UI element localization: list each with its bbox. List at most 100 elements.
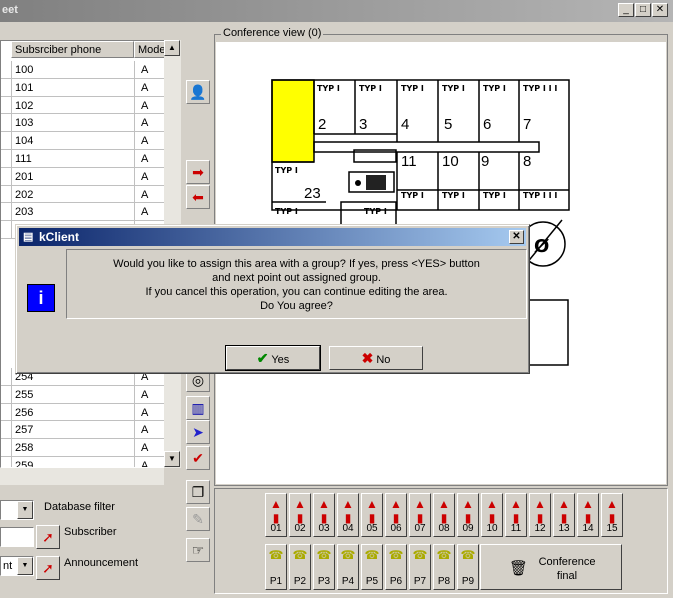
subscriber-arrow-button[interactable]: ➚ (36, 525, 60, 549)
room-number: 8 (523, 153, 531, 170)
dialog-message-panel: Would you like to assign this area with … (66, 249, 527, 319)
phone-button-P3[interactable]: ☎ P3 (313, 544, 335, 590)
column-header-phone[interactable]: Subsrciber phone (11, 41, 134, 58)
window-title: eet (2, 4, 18, 16)
phone-button-label: P8 (437, 576, 451, 587)
conference-final-button[interactable]: 🗑 Conference final (480, 544, 622, 590)
group-button-05[interactable]: ▲ ▮ 05 (361, 493, 383, 537)
group-button-label: 14 (582, 523, 594, 534)
up-arrow-icon: ▲ ▮ (606, 497, 618, 525)
group-button-label: 10 (486, 523, 498, 534)
table-row[interactable]: 255 A (1, 385, 166, 404)
room-type-label: TYP I (317, 84, 340, 93)
phone-button-P6[interactable]: ☎ P6 (385, 544, 407, 590)
dialog-close-button[interactable]: ✕ (509, 230, 524, 244)
table-row[interactable]: 203 A (1, 203, 166, 222)
minimize-button[interactable]: _ (618, 3, 634, 17)
selected-area[interactable] (271, 79, 315, 163)
group-button-11[interactable]: ▲ ▮ 11 (505, 493, 527, 537)
group-button-13[interactable]: ▲ ▮ 13 (553, 493, 575, 537)
table-row[interactable]: 257 A (1, 421, 166, 440)
group-button-01[interactable]: ▲ ▮ 01 (265, 493, 287, 537)
group-button-04[interactable]: ▲ ▮ 04 (337, 493, 359, 537)
group-button-label: 08 (438, 523, 450, 534)
subscriber-label: Subscriber (64, 526, 117, 538)
group-button-08[interactable]: ▲ ▮ 08 (433, 493, 455, 537)
toolbar-edit-icon[interactable]: ✎ (186, 507, 210, 531)
mode-cell: A (141, 460, 149, 468)
toolbar-copy-icon[interactable]: ❐ (186, 480, 210, 504)
announcement-arrow-button[interactable]: ➚ (36, 556, 60, 580)
grid-horizontal-scrollbar[interactable] (0, 468, 164, 485)
phone-button-P2[interactable]: ☎ P2 (289, 544, 311, 590)
phone-button-P1[interactable]: ☎ P1 (265, 544, 287, 590)
table-row[interactable]: 256 A (1, 403, 166, 422)
phone-button-label: P4 (341, 576, 355, 587)
conference-final-label-2: final (556, 570, 578, 582)
table-row[interactable]: 104 A (1, 132, 166, 150)
group-button-10[interactable]: ▲ ▮ 10 (481, 493, 503, 537)
group-button-07[interactable]: ▲ ▮ 07 (409, 493, 431, 537)
subscriber-phone-cell: 201 (15, 170, 34, 183)
phone-button-P4[interactable]: ☎ P4 (337, 544, 359, 590)
phone-icon: ☎ (268, 548, 284, 562)
table-row[interactable]: 111 A (1, 150, 166, 168)
group-button-03[interactable]: ▲ ▮ 03 (313, 493, 335, 537)
group-button-label: 06 (390, 523, 402, 534)
subscriber-phone-cell: 103 (15, 117, 34, 130)
subscriber-field[interactable] (0, 527, 34, 547)
chevron-down-icon[interactable]: ▼ (17, 501, 33, 519)
mode-cell: A (141, 64, 149, 76)
phone-button-P9[interactable]: ☎ P9 (457, 544, 479, 590)
subscriber-phone-cell: 257 (15, 424, 34, 437)
chevron-down-icon[interactable]: ▼ (17, 557, 33, 575)
move-left-icon[interactable]: ⬅ (186, 185, 210, 209)
phone-button-P8[interactable]: ☎ P8 (433, 544, 455, 590)
table-row[interactable]: 102 A (1, 96, 166, 115)
table-row[interactable]: 259 A (1, 457, 166, 468)
table-row[interactable]: 103 A (1, 114, 166, 133)
up-arrow-icon: ▲ ▮ (438, 497, 450, 525)
toolbar-list-icon[interactable]: ☞ (186, 538, 210, 562)
maximize-button[interactable]: □ (635, 3, 651, 17)
move-right-icon[interactable]: ➡ (186, 160, 210, 184)
group-button-12[interactable]: ▲ ▮ 12 (529, 493, 551, 537)
toolbar-check-icon[interactable]: ✔ (186, 446, 210, 470)
no-button[interactable]: ✖ No (329, 346, 423, 370)
announcement-combo[interactable]: nt ▼ (0, 556, 34, 576)
toolbar-pointer-icon[interactable]: ➤ (186, 420, 210, 444)
yes-button[interactable]: ✔ Yes (225, 345, 321, 371)
dialog-message-line-1: Would you like to assign this area with … (113, 258, 480, 270)
scroll-up-icon[interactable]: ▲ (164, 40, 180, 56)
table-row[interactable]: 100 A (1, 61, 166, 79)
table-row[interactable]: 201 A (1, 167, 166, 186)
group-button-02[interactable]: ▲ ▮ 02 (289, 493, 311, 537)
group-button-label: 04 (342, 523, 354, 534)
trash-icon: 🗑 (509, 560, 529, 577)
group-button-09[interactable]: ▲ ▮ 09 (457, 493, 479, 537)
group-button-label: 12 (534, 523, 546, 534)
table-row[interactable]: 202 A (1, 185, 166, 204)
up-arrow-icon: ▲ ▮ (534, 497, 546, 525)
table-row[interactable]: 258 A (1, 439, 166, 457)
toolbar-chart-icon[interactable]: ▥ (186, 396, 210, 420)
close-button[interactable]: ✕ (652, 3, 668, 17)
toolbar-user-icon[interactable]: 👤 (186, 80, 210, 104)
mode-cell: A (141, 153, 149, 165)
table-row[interactable]: 101 A (1, 78, 166, 97)
phone-button-P7[interactable]: ☎ P7 (409, 544, 431, 590)
scroll-down-icon[interactable]: ▼ (164, 451, 180, 467)
dialog-title: kClient (39, 230, 80, 244)
phone-icon: ☎ (292, 548, 308, 562)
column-header-mode[interactable]: Mode (134, 41, 166, 58)
yes-label: Yes (271, 354, 290, 366)
dialog-message-line-3: If you cancel this operation, you can co… (145, 286, 448, 298)
up-arrow-icon: ▲ ▮ (414, 497, 426, 525)
database-filter-combo[interactable]: ▼ (0, 500, 34, 520)
group-button-15[interactable]: ▲ ▮ 15 (601, 493, 623, 537)
announcement-label: Announcement (64, 557, 138, 569)
phone-button-P5[interactable]: ☎ P5 (361, 544, 383, 590)
group-button-06[interactable]: ▲ ▮ 06 (385, 493, 407, 537)
mode-cell: A (141, 135, 149, 148)
group-button-14[interactable]: ▲ ▮ 14 (577, 493, 599, 537)
